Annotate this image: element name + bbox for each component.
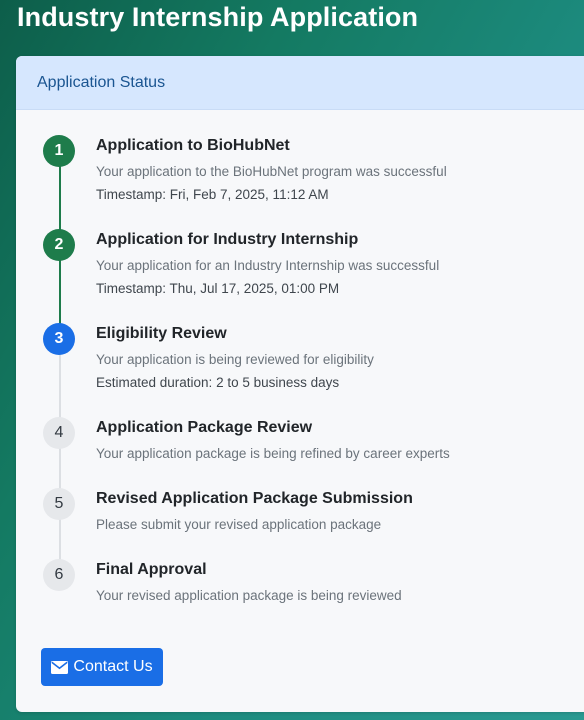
step-number-badge: 4 xyxy=(43,417,75,449)
step-number-badge: 5 xyxy=(43,488,75,520)
step-content: Application Package Review Your applicat… xyxy=(96,418,576,463)
step-title: Revised Application Package Submission xyxy=(96,490,413,507)
card-header: Application Status xyxy=(16,56,584,110)
step-title: Application to BioHubNet xyxy=(96,137,290,154)
step-timestamp: Timestamp: Thu, Jul 17, 2025, 01:00 PM xyxy=(96,281,340,296)
step-timestamp: Timestamp: Fri, Feb 7, 2025, 11:12 AM xyxy=(96,187,329,202)
step-number-badge: 2 xyxy=(43,229,75,261)
step-number-badge: 3 xyxy=(43,323,75,355)
page-title: Industry Internship Application xyxy=(17,2,419,32)
step-description: Your application is being reviewed for e… xyxy=(96,352,374,367)
contact-us-label: Contact Us xyxy=(73,658,153,675)
step-description: Your application to the BioHubNet progra… xyxy=(96,164,447,179)
step-content: Revised Application Package Submission P… xyxy=(96,489,576,534)
step-duration: Estimated duration: 2 to 5 business days xyxy=(96,375,340,390)
step-description: Your application package is being refine… xyxy=(96,446,450,461)
step-content: Final Approval Your revised application … xyxy=(96,560,576,605)
step-title: Application Package Review xyxy=(96,419,313,436)
step-description: Please submit your revised application p… xyxy=(96,517,382,532)
application-status-card: Application Status 1 Application to BioH… xyxy=(16,56,584,712)
step-number-badge: 1 xyxy=(43,135,75,167)
step-title: Eligibility Review xyxy=(96,325,227,342)
step-content: Application to BioHubNet Your applicatio… xyxy=(96,136,576,204)
step-content: Eligibility Review Your application is b… xyxy=(96,324,576,392)
step-description: Your application for an Industry Interns… xyxy=(96,258,440,273)
status-timeline: 1 Application to BioHubNet Your applicat… xyxy=(16,109,584,629)
step-content: Application for Industry Internship Your… xyxy=(96,230,576,298)
step-title: Final Approval xyxy=(96,561,207,578)
envelope-icon xyxy=(51,660,69,674)
card-header-title: Application Status xyxy=(37,73,166,91)
step-title: Application for Industry Internship xyxy=(96,231,359,248)
step-description: Your revised application package is bein… xyxy=(96,588,402,603)
contact-us-button[interactable]: Contact Us xyxy=(41,648,163,686)
step-number-badge: 6 xyxy=(43,559,75,591)
